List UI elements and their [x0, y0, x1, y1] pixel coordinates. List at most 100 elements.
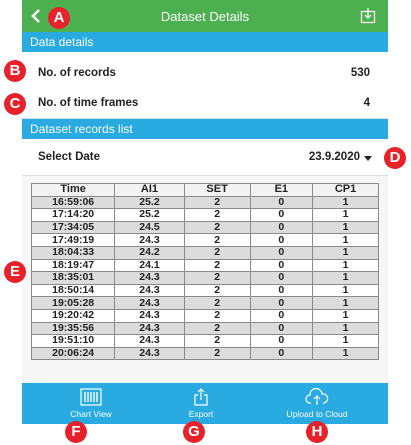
title-bar: Dataset Details	[22, 0, 388, 32]
table-cell: 18:35:01	[30, 271, 116, 285]
table-cell: 0	[249, 346, 314, 361]
table-cell: 24.3	[114, 346, 185, 361]
bottom-toolbar: Chart View Export Upload to Cloud	[22, 383, 388, 424]
table-cell: 24.3	[114, 308, 185, 323]
column-header-ai1: AI1	[114, 183, 185, 197]
table-cell: 2	[183, 208, 251, 222]
table-row: 19:20:42 24.3 2 0 1	[30, 308, 379, 323]
table-cell: 0	[249, 245, 314, 260]
table-cell: 1	[312, 321, 379, 336]
table-cell: 19:35:56	[30, 321, 116, 336]
records-count-row: No. of records 530	[22, 52, 388, 91]
table-cell: 16:59:06	[30, 195, 116, 210]
table-row: 19:35:56 24.3 2 0 1	[30, 321, 379, 336]
callout-marker-c: C	[4, 93, 26, 115]
table-cell: 1	[312, 220, 379, 235]
callout-marker-a: A	[48, 7, 70, 29]
table-cell: 2	[183, 233, 251, 247]
table-cell: 24.3	[114, 271, 185, 285]
table-row: 19:51:10 24.3 2 0 1	[30, 334, 379, 348]
date-dropdown[interactable]: 23.9.2020	[309, 151, 360, 163]
table-cell: 17:34:05	[30, 220, 116, 235]
table-cell: 24.3	[114, 296, 185, 310]
table-cell: 1	[312, 195, 379, 210]
table-cell: 0	[249, 233, 314, 247]
table-cell: 24.1	[114, 258, 185, 273]
callout-marker-f: F	[65, 421, 87, 443]
callout-marker-d: D	[384, 147, 406, 169]
table-cell: 0	[249, 195, 314, 210]
table-cell: 18:19:47	[30, 258, 116, 273]
table-cell: 2	[183, 296, 251, 310]
callout-marker-e: E	[4, 261, 26, 283]
table-cell: 1	[312, 271, 379, 285]
upload-to-cloud-button[interactable]: Upload to Cloud	[262, 383, 372, 424]
table-cell: 25.2	[114, 208, 185, 222]
page-title: Dataset Details	[160, 9, 250, 24]
table-row: 17:49:19 24.3 2 0 1	[30, 233, 379, 247]
table-cell: 0	[249, 258, 314, 273]
table-cell: 20:06:24	[30, 346, 116, 361]
dropdown-arrow-icon[interactable]	[364, 156, 372, 161]
table-cell: 19:05:28	[30, 296, 116, 310]
table-row: 19:05:28 24.3 2 0 1	[30, 296, 379, 310]
table-cell: 2	[183, 220, 251, 235]
table-cell: 1	[312, 346, 379, 361]
table-row: 18:35:01 24.3 2 0 1	[30, 271, 379, 285]
table-cell: 1	[312, 245, 379, 260]
table-body: 16:59:06 25.2 2 0 1 17:14:20 25.2 2 0 1 17:34:05 24…	[30, 195, 379, 361]
table-cell: 24.3	[114, 334, 185, 348]
table-cell: 2	[183, 258, 251, 273]
table-cell: 2	[183, 245, 251, 260]
table-cell: 24.5	[114, 220, 185, 235]
table-cell: 1	[312, 296, 379, 310]
table-cell: 17:49:19	[30, 233, 116, 247]
callout-marker-g: G	[183, 421, 205, 443]
chart-view-button[interactable]: Chart View	[36, 383, 146, 424]
table-row: 18:50:14 24.3 2 0 1	[30, 283, 379, 298]
select-date-label: Select Date	[38, 151, 101, 163]
share-icon	[194, 388, 208, 406]
data-details-header: Data details	[22, 32, 388, 52]
table-cell: 2	[183, 308, 251, 323]
table-cell: 1	[312, 208, 379, 222]
export-icon[interactable]	[360, 7, 376, 24]
cloud-upload-icon	[305, 388, 329, 405]
table-cell: 1	[312, 233, 379, 247]
table-cell: 0	[249, 208, 314, 222]
column-header-e1: E1	[249, 183, 314, 197]
select-date-row[interactable]: Select Date 23.9.2020	[22, 139, 388, 176]
table-row: 20:06:24 24.3 2 0 1	[30, 346, 379, 361]
table-row: 17:14:20 25.2 2 0 1	[30, 208, 379, 222]
time-frames-row: No. of time frames 4	[22, 90, 388, 119]
export-button[interactable]: Export	[146, 383, 256, 424]
table-cell: 25.2	[114, 195, 185, 210]
time-frames-value: 4	[363, 97, 370, 109]
chart-view-label: Chart View	[70, 409, 112, 419]
table-cell: 24.3	[114, 283, 185, 298]
table-cell: 0	[249, 220, 314, 235]
table-header-row: Time AI1 SET E1 CP1	[30, 183, 379, 197]
table-row: 17:34:05 24.5 2 0 1	[30, 220, 379, 235]
records-list-header: Dataset records list	[22, 119, 388, 139]
table-cell: 2	[183, 271, 251, 285]
upload-label: Upload to Cloud	[286, 409, 348, 419]
table-cell: 0	[249, 308, 314, 323]
table-cell: 24.3	[114, 233, 185, 247]
callout-marker-b: B	[4, 60, 26, 82]
table-cell: 0	[249, 321, 314, 336]
table-cell: 0	[249, 271, 314, 285]
table-cell: 1	[312, 308, 379, 323]
records-count-label: No. of records	[38, 67, 116, 79]
column-header-set: SET	[183, 183, 251, 197]
column-header-time: Time	[30, 183, 116, 197]
dataset-details-screen: Dataset Details Data details No. of reco…	[22, 0, 388, 424]
time-frames-label: No. of time frames	[38, 97, 139, 109]
records-table: Time AI1 SET E1 CP1 16:59:06 25.2 2 0 1 17:14…	[30, 183, 379, 361]
table-cell: 0	[249, 296, 314, 310]
table-cell: 2	[183, 195, 251, 210]
table-cell: 2	[183, 346, 251, 361]
table-cell: 18:04:33	[30, 245, 116, 260]
table-row: 16:59:06 25.2 2 0 1	[30, 195, 379, 210]
table-cell: 1	[312, 258, 379, 273]
